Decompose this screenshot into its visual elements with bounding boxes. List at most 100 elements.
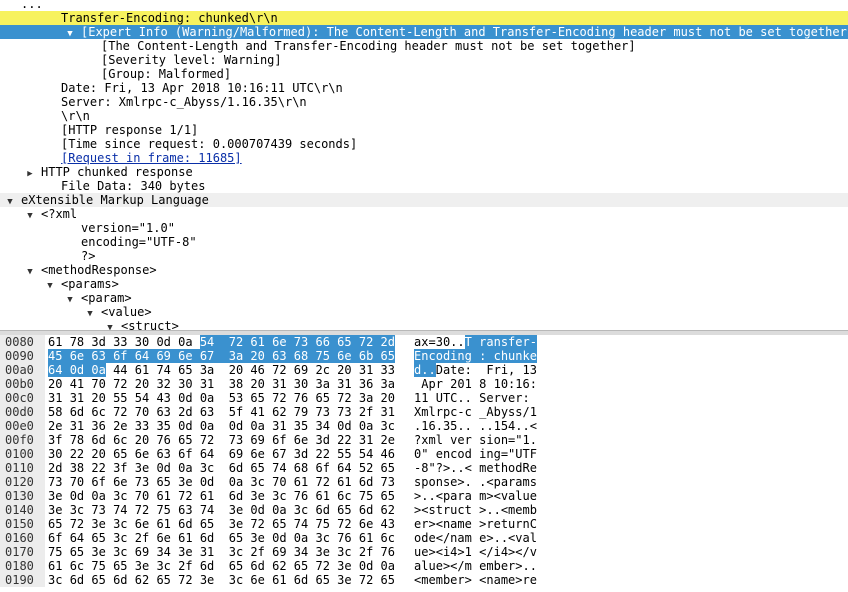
hex-byte[interactable]: 43 (156, 391, 170, 405)
hex-byte[interactable]: 3e (91, 517, 105, 531)
ascii-char[interactable]: U (436, 391, 443, 405)
hex-byte[interactable]: 70 (272, 475, 286, 489)
tree-row[interactable]: Transfer-Encoding: chunked\r\n (0, 11, 848, 25)
ascii-char[interactable]: . (457, 461, 464, 475)
ascii-char[interactable]: < (465, 461, 472, 475)
hex-byte[interactable]: 31 (272, 377, 286, 391)
hex-byte[interactable]: 3c (70, 503, 84, 517)
hex-byte[interactable]: 3f (113, 461, 127, 475)
hex-byte[interactable]: 3c (381, 419, 395, 433)
hex-byte[interactable]: 61 (156, 489, 170, 503)
ascii-char[interactable]: = (501, 447, 508, 461)
hex-byte[interactable]: 2f (359, 545, 373, 559)
ascii-char[interactable]: e (486, 461, 493, 475)
ascii-char[interactable]: t (465, 503, 472, 517)
hex-byte[interactable]: 65 (381, 573, 395, 587)
hex-byte[interactable]: 6d (91, 433, 105, 447)
hex-byte[interactable]: 34 (294, 545, 308, 559)
hex-byte[interactable]: 65 (113, 447, 127, 461)
tree-row[interactable]: ▼ [Expert Info (Warning/Malformed): The C… (0, 25, 848, 39)
ascii-char[interactable]: . (457, 335, 464, 349)
ascii-char[interactable]: s (428, 503, 435, 517)
hex-byte[interactable]: 46 (381, 447, 395, 461)
hex-byte[interactable]: 64 (70, 531, 84, 545)
hex-byte[interactable]: 3d (91, 335, 105, 349)
hex-byte[interactable]: 22 (91, 461, 105, 475)
ascii-char[interactable]: r (494, 391, 501, 405)
hex-byte[interactable]: 3c (250, 475, 264, 489)
hex-byte[interactable]: 6d (200, 559, 214, 573)
tree-row[interactable]: ... (0, 0, 848, 11)
ascii-char[interactable]: n (493, 335, 501, 349)
hex-byte[interactable]: 3a (200, 363, 214, 377)
ascii-char[interactable] (428, 391, 435, 405)
ascii-char[interactable] (486, 377, 493, 391)
hex-row[interactable]: 00a0 64 0d 0a 44 61 74 65 3a 20 46 72 69 … (0, 363, 848, 377)
hex-byte[interactable]: 72 (178, 489, 192, 503)
ascii-char[interactable]: 1 (523, 433, 530, 447)
hex-byte[interactable]: 65 (178, 433, 192, 447)
hex-byte[interactable]: 0d (156, 335, 170, 349)
hex-byte[interactable]: 20 (135, 377, 149, 391)
hex-byte[interactable]: 6d (250, 559, 264, 573)
hex-byte[interactable]: 2d (48, 461, 62, 475)
ascii-char[interactable]: a (494, 573, 501, 587)
hex-byte[interactable]: 31 (359, 363, 373, 377)
tree-row[interactable]: [Request in frame: 11685] (0, 151, 848, 165)
ascii-char[interactable]: e (457, 363, 464, 377)
ascii-char[interactable]: 6 (428, 419, 435, 433)
hex-byte[interactable]: 41 (70, 377, 84, 391)
hex-byte[interactable]: 0a (381, 559, 395, 573)
ascii-char[interactable]: e (529, 349, 537, 363)
hex-byte[interactable]: 31 (200, 545, 214, 559)
ascii-char[interactable]: c (457, 503, 464, 517)
hex-byte[interactable]: 62 (381, 503, 395, 517)
hex-byte[interactable]: 3a (359, 391, 373, 405)
ascii-char[interactable]: r (486, 517, 493, 531)
hex-byte[interactable]: 6d (359, 475, 373, 489)
hex-byte[interactable]: 75 (48, 545, 62, 559)
ascii-char[interactable]: < (436, 545, 443, 559)
hex-byte[interactable]: 79 (294, 405, 308, 419)
hex-byte[interactable]: 2f (135, 531, 149, 545)
ascii-char[interactable]: i (486, 433, 493, 447)
hex-byte[interactable]: 70 (135, 405, 149, 419)
hex-byte[interactable]: 3c (113, 545, 127, 559)
hex-byte[interactable]: 65 (380, 349, 395, 363)
ascii-char[interactable] (486, 349, 494, 363)
hex-byte[interactable]: 61 (135, 363, 149, 377)
hex-byte[interactable]: 20 (337, 363, 351, 377)
hex-byte[interactable]: 74 (200, 503, 214, 517)
hex-byte[interactable]: 3c (113, 517, 127, 531)
ascii-char[interactable]: m (457, 517, 464, 531)
hex-byte[interactable]: 3e (178, 475, 192, 489)
ascii-char[interactable]: U (515, 447, 522, 461)
hex-byte[interactable]: 0a (200, 419, 214, 433)
ascii-char[interactable]: . (428, 489, 435, 503)
ascii-char[interactable]: / (523, 545, 530, 559)
hex-byte[interactable]: 63 (156, 405, 170, 419)
ascii-char[interactable]: c (428, 349, 436, 363)
hex-byte[interactable]: 6c (70, 559, 84, 573)
ascii-char[interactable]: > (457, 475, 464, 489)
hex-byte[interactable]: 61 (250, 335, 265, 349)
ascii-char[interactable]: h (501, 461, 508, 475)
hex-byte[interactable]: 0a (272, 503, 286, 517)
hex-byte[interactable]: 54 (199, 335, 215, 349)
hex-byte[interactable]: 6f (48, 531, 62, 545)
hex-byte[interactable]: 58 (48, 405, 62, 419)
tree-row[interactable]: ▼ <param> (0, 291, 848, 305)
hex-byte[interactable]: 0d (229, 419, 243, 433)
hex-byte[interactable]: 65 (229, 559, 243, 573)
ascii-char[interactable] (515, 363, 522, 377)
hex-byte[interactable]: 0d (178, 419, 192, 433)
ascii-char[interactable]: o (494, 433, 501, 447)
hex-byte[interactable]: 31 (337, 377, 351, 391)
hex-byte[interactable]: 35 (156, 419, 170, 433)
hex-byte[interactable]: 20 (135, 433, 149, 447)
ascii-char[interactable]: > (486, 489, 493, 503)
hex-byte[interactable]: 65 (113, 559, 127, 573)
ascii-char[interactable]: n (523, 517, 530, 531)
hex-byte[interactable]: 20 (91, 447, 105, 461)
hex-byte[interactable]: 22 (315, 447, 329, 461)
